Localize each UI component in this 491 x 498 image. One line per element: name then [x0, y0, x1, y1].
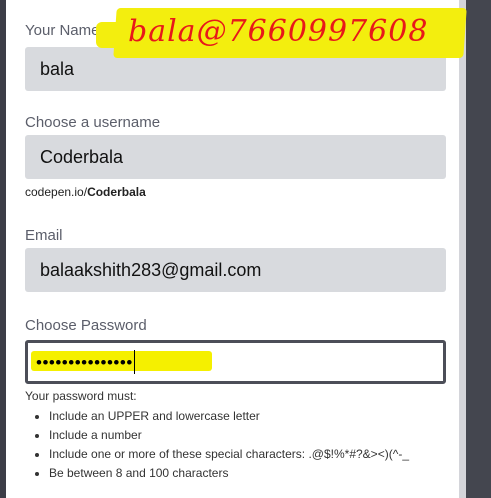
- left-edge: [0, 0, 6, 498]
- right-panel: [466, 0, 491, 498]
- username-value: Coderbala: [40, 146, 124, 167]
- password-rule: Be between 8 and 100 characters: [49, 464, 409, 483]
- email-value: balaakshith283@gmail.com: [40, 259, 262, 280]
- password-masked-value: •••••••••••••••: [36, 352, 133, 372]
- url-username: Coderbala: [87, 185, 146, 199]
- username-url-hint: codepen.io/Coderbala: [25, 185, 146, 199]
- password-rule: Include an UPPER and lowercase letter: [49, 407, 409, 426]
- username-field[interactable]: Coderbala: [25, 135, 446, 179]
- right-gutter: [459, 0, 466, 498]
- text-cursor: [133, 350, 135, 374]
- handwritten-annotation: bala@7660997608: [128, 14, 429, 49]
- email-field[interactable]: balaakshith283@gmail.com: [25, 248, 446, 292]
- password-field[interactable]: •••••••••••••••: [25, 340, 446, 384]
- email-label: Email: [25, 227, 63, 244]
- name-label: Your Name: [25, 22, 100, 39]
- name-value: bala: [40, 58, 75, 79]
- password-rules-list: Include an UPPER and lowercase letter In…: [35, 407, 409, 483]
- password-label: Choose Password: [25, 317, 147, 334]
- password-rules-title: Your password must:: [25, 389, 137, 403]
- url-prefix: codepen.io/: [25, 185, 88, 199]
- password-rule: Include a number: [49, 426, 409, 445]
- username-label: Choose a username: [25, 114, 161, 131]
- password-rule: Include one or more of these special cha…: [49, 445, 409, 464]
